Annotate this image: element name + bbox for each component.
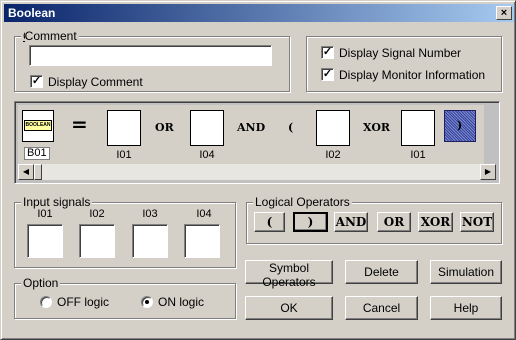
expr-op-open-paren: ( bbox=[288, 121, 294, 134]
help-button[interactable]: Help bbox=[430, 296, 502, 320]
expression-canvas[interactable]: BOOLEAN B01 = I01 OR I04 AND ( I02 XOR I… bbox=[14, 101, 500, 184]
op-or-button[interactable]: OR bbox=[377, 212, 411, 232]
block-label: B01 bbox=[24, 147, 50, 160]
expr-op-or: OR bbox=[155, 121, 174, 134]
display-comment-label: Display Comment bbox=[48, 74, 143, 89]
block-icon-text: BOOLEAN bbox=[24, 120, 52, 131]
expr-input-label-4: I01 bbox=[410, 149, 426, 161]
input-signal-label-4: I04 bbox=[196, 208, 212, 220]
scroll-thumb[interactable] bbox=[34, 164, 42, 180]
on-logic-label: ON logic bbox=[158, 294, 205, 309]
expr-input-box-3[interactable] bbox=[316, 110, 350, 146]
delete-button[interactable]: Delete bbox=[345, 260, 418, 284]
boolean-block-icon[interactable]: BOOLEAN bbox=[22, 110, 54, 142]
expr-op-and: AND bbox=[237, 121, 266, 134]
comment-input[interactable] bbox=[29, 45, 272, 66]
op-xor-button[interactable]: XOR bbox=[418, 212, 453, 232]
op-not-button[interactable]: NOT bbox=[460, 212, 494, 232]
display-monitor-info-label: Display Monitor Information bbox=[339, 67, 486, 82]
option-group-label: Option bbox=[21, 276, 61, 290]
radio-on-icon bbox=[141, 295, 153, 308]
expr-input-label-3: I02 bbox=[325, 149, 341, 161]
comment-group-label: CComment bbox=[21, 29, 79, 43]
check-icon: ✓ bbox=[321, 46, 334, 60]
equals-sign: = bbox=[71, 112, 88, 136]
display-comment-checkbox[interactable]: ✓ Display Comment bbox=[30, 74, 143, 89]
expr-input-label-2: I04 bbox=[199, 149, 215, 161]
radio-off-icon bbox=[40, 295, 52, 308]
op-open-paren-button[interactable]: ( bbox=[254, 212, 285, 232]
expr-op-close-paren-selected[interactable]: ) bbox=[444, 110, 476, 142]
input-signal-label-3: I03 bbox=[142, 208, 158, 220]
input-signal-label-2: I02 bbox=[89, 208, 105, 220]
horizontal-scrollbar[interactable]: ◀ ▶ bbox=[18, 164, 496, 180]
input-signal-box-3[interactable] bbox=[132, 224, 168, 258]
input-signal-box-2[interactable] bbox=[79, 224, 115, 258]
scroll-left-icon[interactable]: ◀ bbox=[18, 164, 34, 180]
input-signal-box-1[interactable] bbox=[27, 224, 63, 258]
expr-input-box-4[interactable] bbox=[401, 110, 435, 146]
on-logic-radio[interactable]: ON logic bbox=[141, 294, 204, 309]
expr-input-box-2[interactable] bbox=[190, 110, 224, 146]
op-and-button[interactable]: AND bbox=[334, 212, 368, 232]
input-signal-label-1: I01 bbox=[37, 208, 53, 220]
display-signal-number-label: Display Signal Number bbox=[339, 45, 462, 60]
check-icon: ✓ bbox=[321, 68, 334, 82]
expr-op-xor: XOR bbox=[363, 121, 391, 134]
expr-close-paren-text: ) bbox=[457, 119, 463, 132]
simulation-button[interactable]: Simulation bbox=[430, 260, 502, 284]
logical-operators-label: Logical Operators bbox=[253, 195, 352, 209]
display-monitor-info-checkbox[interactable]: ✓ Display Monitor Information bbox=[321, 67, 485, 82]
off-logic-label: OFF logic bbox=[57, 294, 110, 309]
window-title: Boolean bbox=[8, 6, 56, 20]
check-icon: ✓ bbox=[30, 75, 43, 89]
expr-input-box-1[interactable] bbox=[107, 110, 141, 146]
expr-input-label-1: I01 bbox=[116, 149, 132, 161]
input-signals-label: Input signals bbox=[21, 195, 93, 209]
title-bar: Boolean × bbox=[4, 4, 514, 22]
display-signal-number-checkbox[interactable]: ✓ Display Signal Number bbox=[321, 45, 461, 60]
scroll-right-icon[interactable]: ▶ bbox=[480, 164, 496, 180]
symbol-operators-button[interactable]: Symbol Operators bbox=[245, 260, 333, 289]
op-close-paren-button[interactable]: ) bbox=[293, 212, 328, 232]
cancel-button[interactable]: Cancel bbox=[345, 296, 418, 320]
off-logic-radio[interactable]: OFF logic bbox=[40, 294, 109, 309]
ok-button[interactable]: OK bbox=[245, 296, 333, 320]
close-button[interactable]: × bbox=[496, 6, 512, 20]
comment-label-text: Comment bbox=[24, 29, 77, 43]
input-signal-box-4[interactable] bbox=[184, 224, 220, 258]
expression-area: BOOLEAN B01 = I01 OR I04 AND ( I02 XOR I… bbox=[18, 105, 484, 167]
